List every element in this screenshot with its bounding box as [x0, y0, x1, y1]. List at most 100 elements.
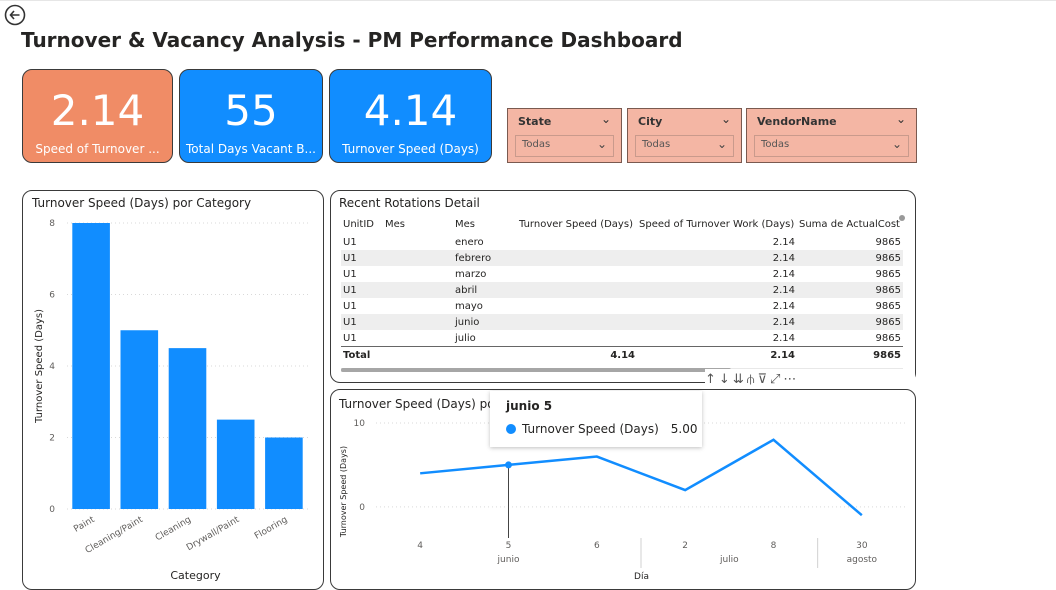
- y-tick-label: 4: [49, 362, 55, 372]
- chevron-down-icon: ⌄: [716, 137, 727, 151]
- vendorname-slicer[interactable]: VendorName ⌄ Todas ⌄: [746, 108, 917, 163]
- column-header[interactable]: Suma de ActualCost: [797, 214, 903, 234]
- table-cell: [383, 298, 453, 314]
- page-title: Turnover & Vacancy Analysis - PM Perform…: [21, 28, 683, 52]
- table-cell: julio: [455, 332, 476, 344]
- table-cell: mayo: [455, 300, 483, 312]
- slicer-value: Todas: [761, 139, 790, 150]
- rotations-table[interactable]: UnitID Mes Mes Turnover Speed (Days) Spe…: [341, 214, 903, 363]
- column-header[interactable]: Speed of Turnover Work (Days): [637, 214, 797, 234]
- column-header[interactable]: Mes: [453, 214, 517, 234]
- chart-tooltip: junio 5 Turnover Speed (Days) 5.00: [490, 391, 702, 447]
- table-row[interactable]: U1 abril 2.14 9865: [341, 282, 903, 298]
- table-title: Recent Rotations Detail: [339, 196, 480, 210]
- table-row[interactable]: U1 mayo 2.14 9865: [341, 298, 903, 314]
- state-slicer[interactable]: State ⌄ Todas ⌄: [507, 108, 622, 163]
- bar-chart-panel[interactable]: Turnover Speed (Days) por Category 02468…: [22, 190, 324, 590]
- table-cell: [517, 250, 637, 266]
- chevron-down-icon[interactable]: ⌄: [601, 112, 611, 126]
- kpi-card-turnover-speed[interactable]: 4.14 Turnover Speed (Days): [329, 69, 492, 163]
- table-cell: febrero: [453, 250, 517, 266]
- kpi-card-speed-of-turnover[interactable]: 2.14 Speed of Turnover ...: [22, 69, 173, 163]
- slicer-title: City: [638, 115, 663, 128]
- x-tick-label: Flooring: [253, 515, 289, 542]
- table-cell: [383, 330, 453, 347]
- scroll-indicator[interactable]: [899, 215, 905, 221]
- move-up-icon[interactable]: ↑: [705, 372, 716, 387]
- table-cell: [383, 234, 453, 250]
- expand-all-icon[interactable]: ⇊: [733, 372, 744, 387]
- table-cell: 2.14: [772, 332, 795, 344]
- chevron-down-icon[interactable]: ⌄: [896, 112, 906, 126]
- table-cell: U1: [343, 268, 357, 280]
- total-cell: 2.14: [637, 346, 797, 363]
- bar: [72, 223, 110, 509]
- chevron-down-icon: ⌄: [596, 137, 607, 151]
- slicer-value: Todas: [522, 139, 551, 150]
- table-cell: enero: [455, 236, 484, 248]
- tooltip-title: junio 5: [506, 399, 553, 413]
- table-cell: U1: [341, 250, 383, 266]
- table-row[interactable]: U1 junio 2.14 9865: [341, 314, 903, 330]
- table-cell: marzo: [455, 268, 487, 280]
- tooltip-value: 5.00: [670, 422, 698, 436]
- chevron-down-icon: ⌄: [891, 137, 902, 151]
- y-tick-label: 0: [49, 505, 55, 515]
- recent-rotations-table-panel[interactable]: Recent Rotations Detail UnitID Mes Mes T…: [330, 190, 916, 383]
- y-tick-label: 6: [49, 291, 55, 301]
- filter-icon[interactable]: ⊽: [757, 372, 767, 387]
- table-row[interactable]: U1 julio 2.14 9865: [341, 330, 903, 347]
- city-slicer[interactable]: City ⌄ Todas ⌄: [627, 108, 742, 163]
- city-dropdown[interactable]: Todas ⌄: [635, 135, 734, 157]
- horizontal-scrollbar-thumb[interactable]: [341, 368, 731, 372]
- y-tick-label: 10: [354, 419, 366, 429]
- table-row[interactable]: U1 febrero 2.14 9865: [341, 250, 903, 266]
- highlight-point: [505, 461, 512, 469]
- table-row[interactable]: U1 marzo 2.14 9865: [341, 266, 903, 282]
- bar-chart: 02468PaintCleaning/Paint CleaningDrywall/…: [34, 219, 308, 582]
- x-tick-label: 2: [682, 541, 688, 551]
- table-cell: 9865: [797, 282, 903, 298]
- vendorname-dropdown[interactable]: Todas ⌄: [754, 135, 909, 157]
- expand-next-level-icon[interactable]: ⫛: [747, 372, 755, 387]
- bar: [216, 419, 255, 509]
- state-dropdown[interactable]: Todas ⌄: [515, 135, 614, 157]
- table-cell: 9865: [797, 314, 903, 330]
- visual-header: ↑ ↓ ⇊ ⫛ ⊽ ⤢ ⋯: [705, 369, 915, 389]
- y-tick-label: 2: [49, 434, 55, 444]
- table-row[interactable]: U1 enero 2.14 9865: [341, 234, 903, 250]
- total-cell: 4.14: [517, 346, 637, 363]
- table-cell: 2.14: [637, 314, 797, 330]
- total-cell: Total: [341, 346, 383, 363]
- x-axis-title: Día: [634, 572, 649, 582]
- more-options-icon[interactable]: ⋯: [783, 372, 796, 387]
- bar: [265, 437, 303, 509]
- x-tick-label: 6: [594, 541, 600, 551]
- back-button[interactable]: [4, 4, 26, 26]
- back-arrow-icon: [4, 4, 26, 26]
- table-cell: U1: [343, 300, 357, 312]
- kpi-label: Speed of Turnover ...: [35, 142, 160, 156]
- column-header[interactable]: Mes: [383, 214, 453, 234]
- focus-mode-icon[interactable]: ⤢: [770, 372, 780, 387]
- table-cell: 9865: [875, 268, 901, 280]
- table-cell: U1: [343, 332, 357, 344]
- slicer-title: VendorName: [757, 115, 837, 128]
- column-header[interactable]: UnitID: [341, 214, 383, 234]
- drill-down-icon[interactable]: ↓: [719, 372, 730, 387]
- slicer-title: State: [518, 115, 552, 128]
- y-tick-label: 8: [49, 219, 55, 229]
- table-cell: [517, 234, 637, 250]
- table-cell: 9865: [797, 250, 903, 266]
- kpi-card-total-days-vacant[interactable]: 55 Total Days Vacant B...: [179, 69, 323, 163]
- x-tick-label: 30: [856, 541, 868, 551]
- table-cell: U1: [343, 236, 357, 248]
- chevron-down-icon[interactable]: ⌄: [721, 112, 731, 126]
- x-tick-label: 8: [771, 541, 777, 551]
- table-cell: 9865: [875, 332, 901, 344]
- table-cell: [517, 298, 637, 314]
- table-cell: 2.14: [637, 282, 797, 298]
- table-cell: 9865: [875, 236, 901, 248]
- x-group-label: agosto: [847, 555, 878, 565]
- column-header[interactable]: Turnover Speed (Days): [517, 214, 637, 234]
